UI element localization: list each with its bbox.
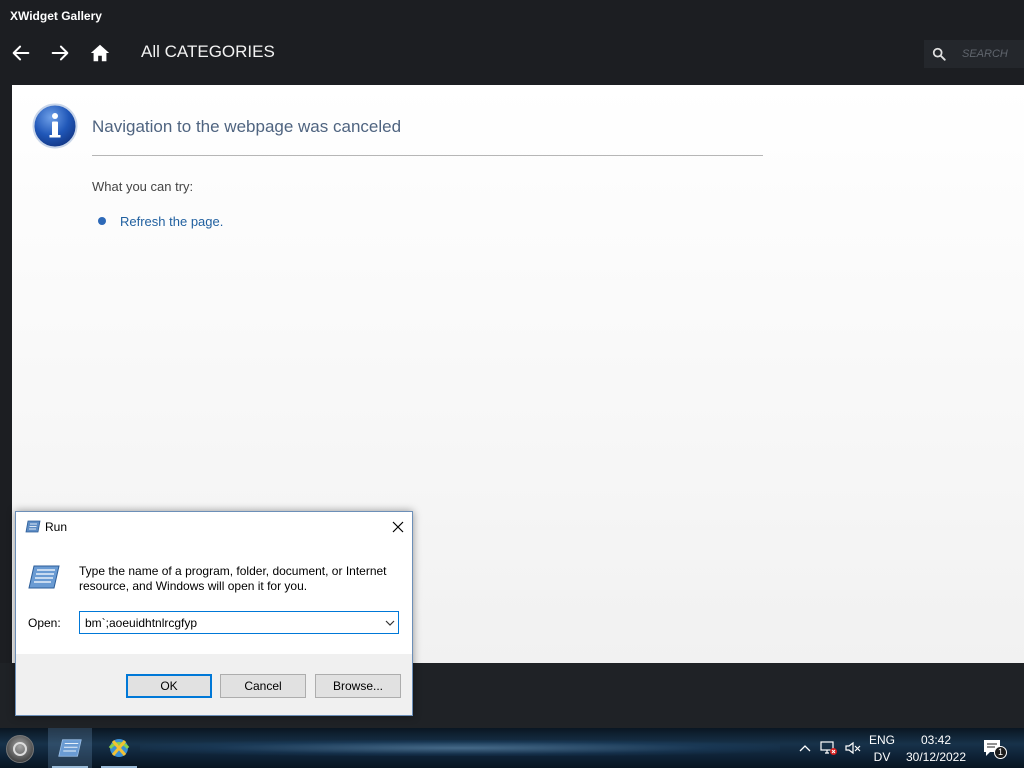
home-button[interactable]: [87, 40, 113, 66]
refresh-link[interactable]: Refresh the page.: [120, 214, 223, 229]
xwidget-app-icon: [108, 739, 130, 757]
run-title: Run: [45, 520, 68, 534]
network-tray-button[interactable]: [820, 740, 838, 756]
notification-count: 1: [994, 746, 1007, 759]
browse-button[interactable]: Browse...: [315, 674, 401, 698]
error-title: Navigation to the webpage was canceled: [92, 117, 402, 136]
notification-center-button[interactable]: 1: [982, 738, 1007, 760]
taskbar-app-xwidget[interactable]: [97, 728, 141, 768]
start-button[interactable]: [6, 735, 34, 763]
run-dialog: Run Type the name of a program, folder, …: [15, 511, 413, 716]
run-icon: [25, 520, 41, 533]
taskbar: ENG DV 03:42 30/12/2022 1: [0, 728, 1024, 768]
run-app-icon: [58, 739, 82, 757]
chevron-up-icon: [799, 745, 811, 752]
open-input[interactable]: [80, 612, 376, 633]
clock-time[interactable]: 03:42: [900, 733, 972, 747]
chevron-down-icon: [385, 620, 394, 626]
nav-bar: All CATEGORIES: [0, 30, 1024, 85]
network-icon: [820, 741, 837, 755]
close-button[interactable]: [386, 516, 410, 538]
search-input[interactable]: [962, 48, 1022, 60]
run-body: Type the name of a program, folder, docu…: [16, 541, 412, 654]
info-icon: [32, 103, 78, 149]
category-title: All CATEGORIES: [141, 42, 275, 61]
open-dropdown-button[interactable]: [380, 612, 399, 633]
open-label: Open:: [28, 616, 61, 630]
window-title: XWidget Gallery: [10, 9, 102, 23]
home-icon: [90, 44, 110, 62]
taskbar-background: [140, 740, 780, 756]
run-program-icon: [28, 565, 60, 589]
cancel-button[interactable]: Cancel: [220, 674, 306, 698]
run-description: Type the name of a program, folder, docu…: [79, 564, 387, 593]
ok-button[interactable]: OK: [126, 674, 212, 698]
search-icon: [932, 47, 946, 61]
arrow-left-icon: [12, 45, 30, 61]
back-button[interactable]: [8, 40, 34, 66]
arrow-right-icon: [51, 45, 69, 61]
volume-muted-icon: [845, 741, 861, 755]
open-combobox[interactable]: [79, 611, 399, 634]
language-indicator-bottom[interactable]: DV: [866, 750, 898, 764]
divider: [92, 155, 763, 156]
run-titlebar[interactable]: Run: [16, 512, 412, 541]
volume-tray-button[interactable]: [844, 740, 862, 756]
taskbar-app-run[interactable]: [48, 728, 92, 768]
search-box[interactable]: [924, 40, 1024, 68]
try-label: What you can try:: [92, 179, 194, 194]
bullet-icon: [98, 217, 106, 225]
start-orb-icon: [13, 742, 27, 756]
close-icon: [392, 521, 404, 533]
clock-date[interactable]: 30/12/2022: [900, 750, 972, 764]
language-indicator-top[interactable]: ENG: [866, 733, 898, 747]
show-hidden-icons-button[interactable]: [796, 740, 814, 756]
forward-button[interactable]: [47, 40, 73, 66]
